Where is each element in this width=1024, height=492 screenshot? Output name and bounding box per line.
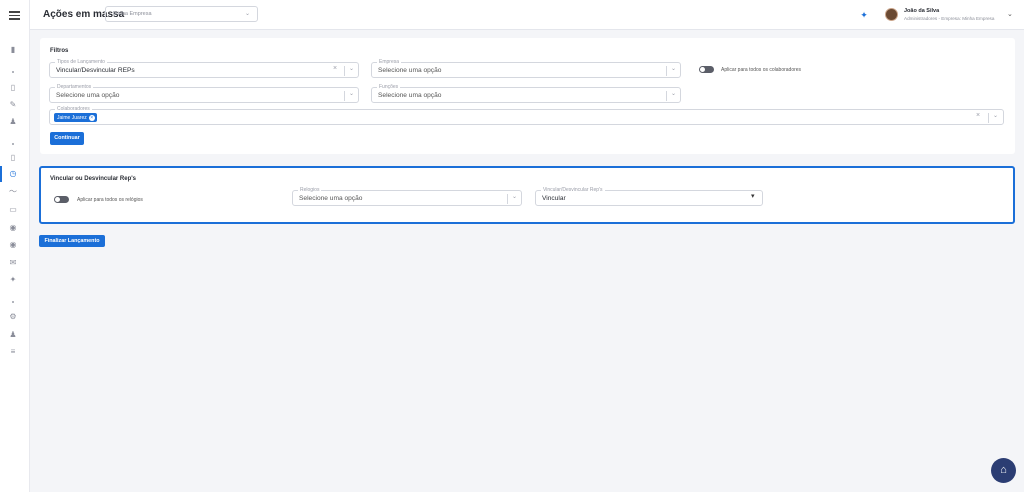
chevron-down-icon: ⌄ bbox=[244, 11, 250, 17]
chevron-down-icon[interactable]: ⌄ bbox=[349, 90, 354, 97]
chevron-down-icon[interactable]: ⌄ bbox=[1007, 10, 1013, 18]
chevron-down-icon[interactable]: ⌄ bbox=[671, 90, 676, 97]
chevron-down-icon[interactable]: ⌄ bbox=[349, 65, 354, 72]
tipos-lancamento-value: Vincular/Desvincular REPs bbox=[56, 67, 135, 74]
eye-icon[interactable]: ◉ bbox=[8, 240, 18, 250]
departamentos-placeholder: Selecione uma opção bbox=[56, 92, 120, 99]
empresa-label: Empresa bbox=[377, 59, 402, 65]
vincular-desvincular-label: Vincular/Desvincular Rep's bbox=[541, 187, 605, 193]
field-separator bbox=[507, 194, 508, 204]
file-icon[interactable]: ▯ bbox=[8, 153, 18, 163]
user-role: Administradores - Empresa: Minha Empresa bbox=[904, 16, 995, 21]
document-icon[interactable]: ▯ bbox=[8, 83, 18, 93]
help-icon[interactable]: ⌂ bbox=[991, 458, 1016, 483]
gear-icon[interactable]: ⚙ bbox=[8, 312, 18, 322]
filters-card: Filtros Tipos de Lançamento Vincular/Des… bbox=[40, 38, 1015, 154]
chart-icon[interactable]: ▮ bbox=[8, 45, 18, 55]
pencil-icon[interactable]: ✎ bbox=[8, 100, 18, 110]
sidebar-separator-dot bbox=[12, 301, 14, 303]
field-separator bbox=[344, 91, 345, 101]
colaboradores-label: Colaboradores bbox=[55, 106, 92, 112]
sidebar-separator-dot bbox=[12, 143, 14, 145]
eye-icon[interactable]: ◉ bbox=[8, 223, 18, 233]
caret-down-icon: ▾ bbox=[751, 193, 755, 200]
chevron-down-icon[interactable]: ⌄ bbox=[512, 193, 517, 200]
tipos-lancamento-label: Tipos de Lançamento bbox=[55, 59, 107, 65]
sidebar-separator-dot bbox=[12, 71, 14, 73]
chevron-down-icon[interactable]: ⌄ bbox=[993, 112, 998, 119]
empresa-placeholder: Selecione uma opção bbox=[378, 67, 442, 74]
vincular-desvincular-select[interactable]: Vincular/Desvincular Rep's Vincular ▾ bbox=[535, 187, 763, 206]
aplicar-relogios-toggle[interactable] bbox=[54, 196, 69, 203]
finalizar-lancamento-button[interactable]: Finalizar Lançamento bbox=[39, 235, 105, 247]
field-separator bbox=[666, 66, 667, 76]
company-select[interactable]: Minha Empresa ⌄ bbox=[105, 6, 258, 22]
colaborador-chip-label: Jaime Juarez bbox=[57, 114, 87, 121]
active-indicator bbox=[0, 166, 2, 182]
header: Ações em massa Minha Empresa ⌄ ✦ João da… bbox=[30, 0, 1024, 30]
vincular-title: Vincular ou Desvincular Rep's bbox=[50, 176, 137, 182]
aplicar-colaboradores-toggle[interactable] bbox=[699, 66, 714, 73]
sidebar: ▮ ▯ ✎ ♟ ▯ ◷ 〜 ▭ ◉ ◉ ✉ ✦ ⚙ ♟ ≡ bbox=[0, 0, 30, 492]
user-list-icon[interactable]: ≡ bbox=[8, 347, 18, 357]
funcoes-select[interactable]: Funções Selecione uma opção ⌄ bbox=[371, 84, 681, 103]
company-select-value: Minha Empresa bbox=[113, 11, 152, 17]
colaborador-chip[interactable]: Jaime Juarez × bbox=[54, 113, 97, 122]
user-icon[interactable]: ♟ bbox=[8, 117, 18, 127]
user-icon[interactable]: ♟ bbox=[8, 330, 18, 340]
message-icon[interactable]: ▭ bbox=[8, 205, 18, 215]
field-separator bbox=[988, 113, 989, 123]
relogios-select[interactable]: Relogios Selecione uma opção ⌄ bbox=[292, 187, 522, 206]
funcoes-placeholder: Selecione uma opção bbox=[378, 92, 442, 99]
clock-icon[interactable]: ◷ bbox=[8, 169, 18, 179]
wrench-icon[interactable]: ✦ bbox=[856, 7, 872, 23]
field-separator bbox=[344, 66, 345, 76]
field-separator bbox=[666, 91, 667, 101]
tipos-lancamento-select[interactable]: Tipos de Lançamento Vincular/Desvincular… bbox=[49, 59, 359, 78]
wrench-icon[interactable]: ✦ bbox=[8, 275, 18, 285]
empresa-select[interactable]: Empresa Selecione uma opção ⌄ bbox=[371, 59, 681, 78]
menu-icon[interactable] bbox=[9, 11, 20, 20]
avatar[interactable] bbox=[885, 8, 898, 21]
remove-chip-icon[interactable]: × bbox=[88, 114, 95, 121]
departamentos-label: Departamentos bbox=[55, 84, 94, 90]
clear-icon[interactable]: × bbox=[333, 65, 337, 72]
mail-icon[interactable]: ✉ bbox=[8, 258, 18, 268]
departamentos-select[interactable]: Departamentos Selecione uma opção ⌄ bbox=[49, 84, 359, 103]
relogios-placeholder: Selecione uma opção bbox=[299, 195, 363, 202]
continuar-button[interactable]: Continuar bbox=[50, 132, 84, 145]
clear-icon[interactable]: × bbox=[976, 112, 980, 119]
chevron-down-icon[interactable]: ⌄ bbox=[671, 65, 676, 72]
relogios-label: Relogios bbox=[298, 187, 322, 193]
trend-icon[interactable]: 〜 bbox=[8, 187, 18, 197]
colaboradores-select[interactable]: Colaboradores Jaime Juarez × × ⌄ bbox=[49, 106, 1004, 125]
vincular-desvincular-value: Vincular bbox=[542, 195, 566, 202]
aplicar-colaboradores-label: Aplicar para todos os colaboradores bbox=[721, 67, 802, 73]
aplicar-relogios-label: Aplicar para todos os relógios bbox=[77, 197, 143, 203]
user-name: João da Silva bbox=[904, 8, 940, 14]
vincular-card: Vincular ou Desvincular Rep's Aplicar pa… bbox=[39, 166, 1015, 224]
funcoes-label: Funções bbox=[377, 84, 401, 90]
filters-title: Filtros bbox=[50, 48, 69, 54]
